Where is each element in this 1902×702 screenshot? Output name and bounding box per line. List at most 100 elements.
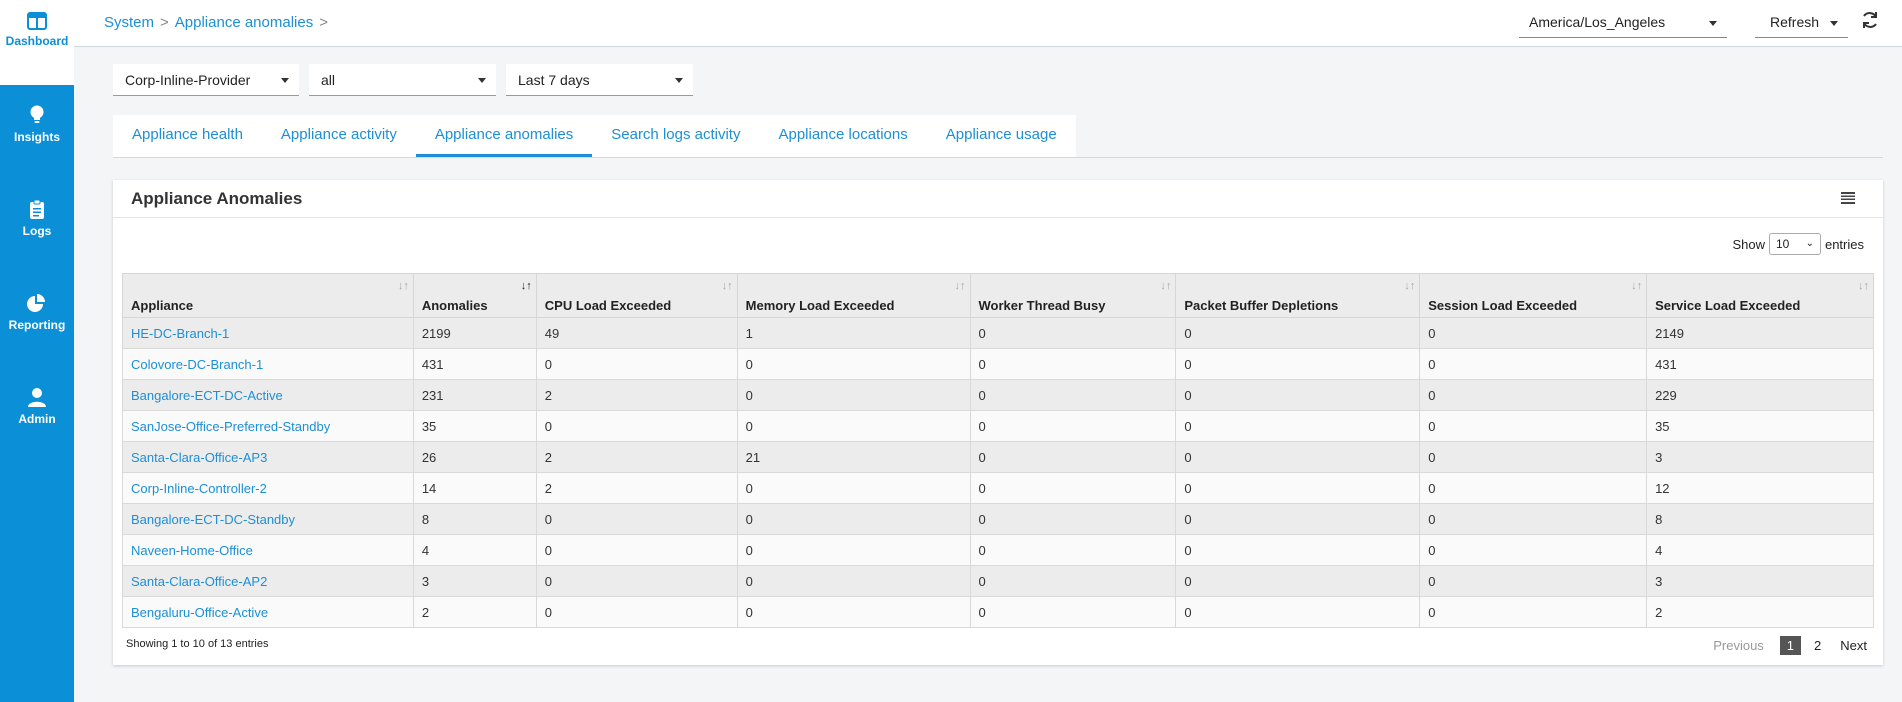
breadcrumb: System > Appliance anomalies > [104, 14, 328, 31]
table-cell: 3 [1646, 565, 1874, 597]
provider-select[interactable]: Corp-Inline-Provider [113, 64, 299, 96]
table-cell: 8 [413, 503, 537, 535]
column-header-service-load[interactable]: Service Load Exceeded ↓↑ [1646, 273, 1874, 318]
column-header-appliance[interactable]: Appliance ↓↑ [122, 273, 414, 318]
sort-icon: ↓↑ [1160, 280, 1172, 292]
sidebar-item-label: Reporting [8, 318, 66, 332]
column-label: Session Load Exceeded [1428, 298, 1578, 313]
sidebar-item-reporting[interactable]: Reporting [0, 293, 74, 367]
table-row: Naveen-Home-Office 4 0 0 0 0 0 4 [122, 534, 1874, 566]
page-length-value: 10 [1775, 237, 1790, 251]
table-cell: 0 [970, 441, 1177, 473]
sidebar-item-logs[interactable]: Logs [0, 199, 74, 273]
scope-value: all [321, 72, 336, 88]
table-cell: Bangalore-ECT-DC-Standby [122, 503, 414, 535]
appliance-link[interactable]: Santa-Clara-Office-AP2 [131, 574, 267, 589]
page-length-control: Show 10 ⌄ entries [1732, 233, 1864, 255]
breadcrumb-system[interactable]: System [104, 14, 154, 31]
appliance-link[interactable]: SanJose-Office-Preferred-Standby [131, 419, 330, 434]
timezone-select[interactable]: America/Los_Angeles [1519, 8, 1727, 38]
table-row: Santa-Clara-Office-AP3 26 2 21 0 0 0 3 [122, 441, 1874, 473]
table-cell: 231 [413, 379, 537, 411]
tab-appliance-usage[interactable]: Appliance usage [927, 115, 1076, 157]
table-cell: 0 [1419, 441, 1648, 473]
table-cell: 0 [737, 472, 971, 504]
sync-icon[interactable] [1861, 11, 1879, 29]
table-cell: Santa-Clara-Office-AP2 [122, 565, 414, 597]
tab-divider [113, 157, 1883, 158]
sort-icon: ↓↑ [954, 280, 966, 292]
appliance-link[interactable]: HE-DC-Branch-1 [131, 326, 229, 341]
table-cell: 0 [970, 472, 1177, 504]
page-button[interactable]: 2 [1807, 636, 1828, 655]
tab-appliance-health[interactable]: Appliance health [113, 115, 262, 157]
table-cell: Corp-Inline-Controller-2 [122, 472, 414, 504]
scope-select[interactable]: all [309, 64, 496, 96]
column-label: Service Load Exceeded [1655, 298, 1801, 313]
next-button[interactable]: Next [1840, 638, 1867, 653]
table-row: Corp-Inline-Controller-2 14 2 0 0 0 0 12 [122, 472, 1874, 504]
column-label: Anomalies [421, 298, 488, 313]
tab-bar: Appliance health Appliance activity Appl… [113, 115, 1076, 157]
tab-appliance-anomalies[interactable]: Appliance anomalies [415, 115, 593, 157]
table-cell: 4 [1646, 534, 1874, 566]
table-cell: 0 [970, 503, 1177, 535]
table-row: SanJose-Office-Preferred-Standby 35 0 0 0 0 0 3… [122, 410, 1874, 442]
table-cell: 0 [737, 348, 971, 380]
column-header-cpu-load[interactable]: CPU Load Exceeded ↓↑ [535, 273, 738, 318]
table-cell: 0 [536, 503, 738, 535]
table-cell: 0 [1175, 534, 1421, 566]
table-cell: 2149 [1646, 317, 1874, 349]
panel-header: Appliance Anomalies [113, 180, 1883, 218]
tab-appliance-locations[interactable]: Appliance locations [759, 115, 926, 157]
sidebar-item-insights[interactable]: Insights [0, 105, 74, 179]
table-row: Bangalore-ECT-DC-Active 231 2 0 0 0 0 229 [122, 379, 1874, 411]
sidebar-item-dashboard[interactable]: Dashboard [0, 0, 74, 85]
user-icon [28, 388, 46, 407]
previous-button[interactable]: Previous [1713, 638, 1764, 653]
breadcrumb-appliance-anomalies[interactable]: Appliance anomalies [175, 14, 313, 31]
table-cell: 0 [1419, 534, 1648, 566]
sort-icon: ↓↑ [397, 280, 409, 292]
column-header-packet-buffer[interactable]: Packet Buffer Depletions ↓↑ [1175, 273, 1421, 318]
table-row: HE-DC-Branch-1 2199 49 1 0 0 0 2149 [122, 317, 1874, 349]
table-cell: HE-DC-Branch-1 [122, 317, 414, 349]
top-bar: System > Appliance anomalies > America/L… [74, 0, 1902, 47]
pagination: Previous 1 2 Next [1713, 636, 1867, 655]
table-cell: 0 [737, 565, 971, 597]
table-cell: 2 [536, 379, 738, 411]
pie-chart-icon [27, 294, 45, 312]
appliance-link[interactable]: Colovore-DC-Branch-1 [131, 357, 263, 372]
table-body: HE-DC-Branch-1 2199 49 1 0 0 0 2149 Colovore-DC-… [122, 317, 1874, 628]
table-cell: 0 [1175, 348, 1421, 380]
column-header-memory-load[interactable]: Memory Load Exceeded ↓↑ [736, 273, 971, 318]
table-cell: 0 [1175, 441, 1421, 473]
appliance-link[interactable]: Corp-Inline-Controller-2 [131, 481, 267, 496]
refresh-select[interactable]: Refresh [1755, 8, 1848, 38]
table-cell: 2199 [413, 317, 537, 349]
table-cell: 1 [737, 317, 971, 349]
appliance-link[interactable]: Bengaluru-Office-Active [131, 605, 268, 620]
tab-appliance-activity[interactable]: Appliance activity [262, 115, 416, 157]
table-cell: 12 [1646, 472, 1874, 504]
column-header-session-load[interactable]: Session Load Exceeded ↓↑ [1419, 273, 1648, 318]
column-header-worker-thread[interactable]: Worker Thread Busy ↓↑ [969, 273, 1177, 318]
appliance-link[interactable]: Naveen-Home-Office [131, 543, 253, 558]
sidebar: Dashboard Insights Logs Reporting Admin [0, 0, 74, 702]
page-button[interactable]: 1 [1779, 636, 1802, 655]
appliance-link[interactable]: Bangalore-ECT-DC-Standby [131, 512, 295, 527]
column-header-anomalies[interactable]: Anomalies ↓↑ [412, 273, 537, 318]
page-length-select[interactable]: 10 ⌄ [1768, 233, 1821, 255]
appliance-link[interactable]: Santa-Clara-Office-AP3 [131, 450, 267, 465]
sort-icon: ↓↑ [1631, 280, 1643, 292]
table-cell: 0 [970, 317, 1177, 349]
time-range-select[interactable]: Last 7 days [506, 64, 693, 96]
appliance-link[interactable]: Bangalore-ECT-DC-Active [131, 388, 283, 403]
menu-icon[interactable] [1841, 191, 1855, 205]
column-label: CPU Load Exceeded [544, 298, 672, 313]
tab-search-logs-activity[interactable]: Search logs activity [592, 115, 759, 157]
sidebar-item-admin[interactable]: Admin [0, 387, 74, 461]
table-cell: Bengaluru-Office-Active [122, 596, 414, 628]
table-cell: 3 [413, 565, 537, 597]
caret-down-icon [1830, 21, 1838, 26]
